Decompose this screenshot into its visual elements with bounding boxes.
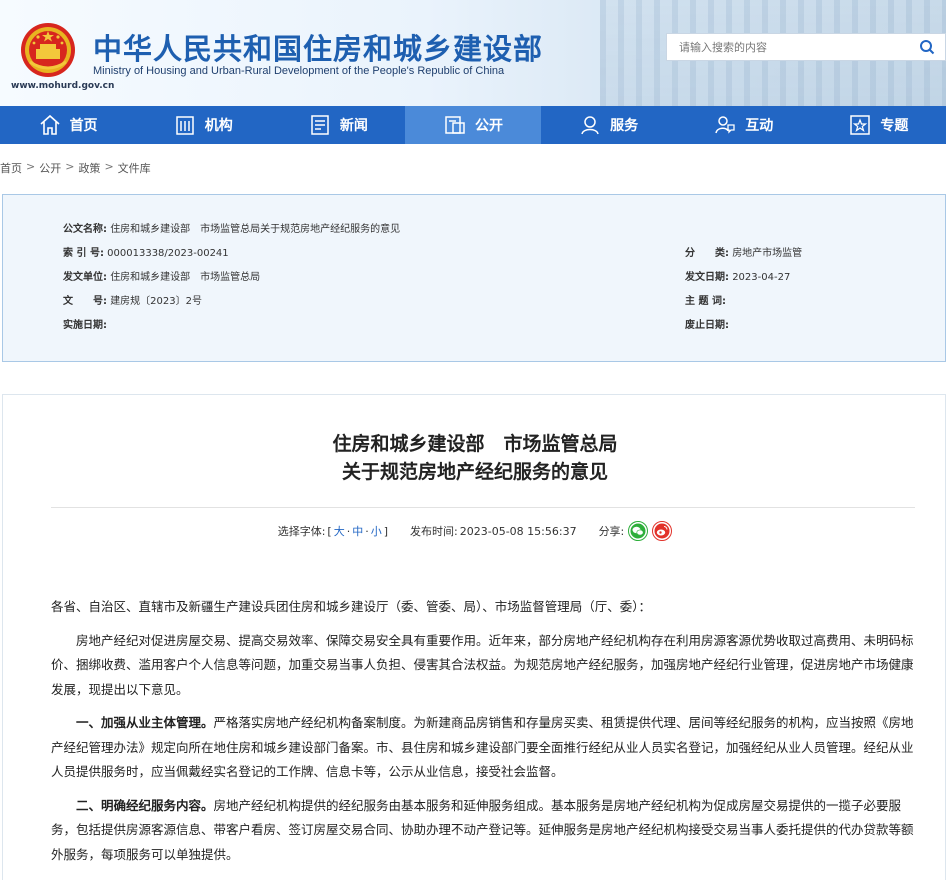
article: 住房和城乡建设部 市场监管总局 关于规范房地产经纪服务的意见 选择字体: [ 大… [2, 394, 946, 880]
nav-item-topic[interactable]: 专题 [811, 106, 946, 144]
article-title-line1: 住房和城乡建设部 市场监管总局 [332, 433, 618, 455]
breadcrumb-library[interactable]: 文件库 [118, 160, 151, 176]
breadcrumb-separator: > [65, 160, 75, 173]
nav-label: 新闻 [339, 118, 368, 134]
meta-keywords: 主 题 词: [685, 292, 726, 307]
meta-issuer: 发文单位: 住房和城乡建设部 市场监管总局 [63, 268, 260, 283]
meta-key: 文 号: [63, 296, 107, 307]
meta-value: 建房规〔2023〕2号 [110, 296, 202, 307]
meta-value: 住房和城乡建设部 市场监管总局 [110, 272, 261, 283]
nav-item-disclosure[interactable]: 公开 [405, 106, 541, 144]
building-icon [175, 116, 194, 135]
article-section-1: 一、加强从业主体管理。严格落实房地产经纪机构备案制度。为新建商品房销售和存量房买… [51, 711, 917, 785]
publish-time-label: 发布时间: [410, 525, 458, 538]
nav-label: 机构 [204, 118, 233, 134]
site-header: www.mohurd.gov.cn 中华人民共和国住房和城乡建设部 Minist… [0, 0, 946, 106]
breadcrumb-separator: > [104, 160, 114, 173]
article-section-2: 二、明确经纪服务内容。房地产经纪机构提供的经纪服务由基本服务和延伸服务组成。基本… [51, 794, 917, 868]
meta-key: 实施日期: [63, 320, 107, 331]
site-subtitle: Ministry of Housing and Urban-Rural Deve… [93, 65, 505, 77]
document-meta-box: 公文名称: 住房和城乡建设部 市场监管总局关于规范房地产经纪服务的意见 索 引 … [2, 194, 946, 362]
service-icon [581, 116, 599, 135]
share-label: 分享: [598, 525, 625, 538]
national-emblem-icon[interactable] [20, 22, 76, 78]
search-icon[interactable] [909, 34, 945, 60]
search-input[interactable] [667, 34, 909, 60]
meta-value: 2023-04-27 [732, 272, 791, 283]
meta-key: 废止日期: [685, 320, 729, 331]
font-large-link[interactable]: 大 [334, 523, 345, 539]
meta-index: 索 引 号: 000013338/2023-00241 [63, 244, 229, 259]
nav-item-interact[interactable]: 互动 [676, 106, 811, 144]
wechat-share-icon[interactable] [628, 521, 649, 541]
site-title[interactable]: 中华人民共和国住房和城乡建设部 [93, 26, 543, 68]
nav-item-org[interactable]: 机构 [135, 106, 270, 144]
article-info-bar: 选择字体: [ 大 · 中 · 小 ] 发布时间: 2023-05-08 15:… [3, 521, 946, 541]
meta-key: 公文名称: [63, 224, 107, 235]
breadcrumb-disclosure[interactable]: 公开 [39, 160, 61, 176]
main-nav: 首页 机构 新闻 公开 服务 互动 专题 [0, 106, 946, 144]
article-body: 各省、自治区、直辖市及新疆生产建设兵团住房和城乡建设厅（委、管委、局）、市场监督… [51, 595, 917, 876]
search-box [666, 33, 946, 61]
section-heading: 一、加强从业主体管理。 [76, 715, 214, 730]
font-size-bracket-open: [ [327, 524, 332, 538]
weibo-share-icon[interactable] [652, 521, 673, 541]
article-intro-paragraph: 房地产经纪对促进房屋交易、提高交易效率、保障交易安全具有重要作用。近年来，部分房… [51, 632, 914, 697]
meta-doc-name: 公文名称: 住房和城乡建设部 市场监管总局关于规范房地产经纪服务的意见 [63, 220, 400, 235]
publish-time-value: 2023-05-08 15:56:37 [459, 524, 577, 538]
meta-value: 住房和城乡建设部 市场监管总局关于规范房地产经纪服务的意见 [110, 224, 401, 235]
breadcrumb-policy[interactable]: 政策 [78, 160, 100, 176]
section-heading: 二、明确经纪服务内容。 [76, 797, 214, 813]
interact-icon [715, 116, 735, 134]
topic-icon [850, 115, 871, 135]
meta-key: 索 引 号: [63, 248, 104, 259]
nav-item-service[interactable]: 服务 [541, 106, 676, 144]
meta-key: 发文单位: [63, 272, 107, 283]
disclosure-icon [445, 116, 465, 134]
font-small-link[interactable]: 小 [371, 523, 382, 539]
breadcrumb-separator: > [26, 160, 36, 173]
meta-repeal-date: 废止日期: [685, 316, 729, 331]
meta-key: 分 类: [685, 248, 729, 259]
meta-key: 发文日期: [685, 272, 729, 283]
title-divider [51, 507, 915, 508]
font-medium-link[interactable]: 中 [352, 523, 363, 539]
article-title-line2: 关于规范房地产经纪服务的意见 [341, 461, 608, 483]
meta-key: 主 题 词: [685, 296, 726, 307]
nav-label: 公开 [474, 118, 503, 134]
meta-category: 分 类: 房地产市场监管 [685, 244, 802, 259]
nav-label: 专题 [880, 118, 909, 134]
nav-label: 互动 [745, 118, 774, 134]
meta-doc-no: 文 号: 建房规〔2023〕2号 [63, 292, 202, 307]
meta-issue-date: 发文日期: 2023-04-27 [685, 268, 790, 283]
nav-item-home[interactable]: 首页 [0, 106, 135, 144]
nav-label: 服务 [610, 118, 639, 134]
nav-item-news[interactable]: 新闻 [270, 106, 405, 144]
font-separator: · [365, 524, 369, 538]
nav-label: 首页 [69, 118, 98, 134]
site-url: www.mohurd.gov.cn [11, 81, 115, 91]
font-size-label: 选择字体: [277, 525, 326, 538]
meta-value: 房地产市场监管 [732, 248, 803, 259]
font-size-bracket-close: ] [383, 524, 389, 538]
news-icon [311, 115, 329, 135]
meta-effective-date: 实施日期: [63, 316, 107, 331]
font-separator: · [346, 524, 351, 538]
breadcrumb-home[interactable]: 首页 [0, 160, 22, 176]
breadcrumb: 首页 > 公开 > 政策 > 文件库 [0, 160, 151, 176]
article-salutation: 各省、自治区、直辖市及新疆生产建设兵团住房和城乡建设厅（委、管委、局）、市场监督… [51, 599, 652, 614]
home-icon [40, 114, 60, 135]
meta-value: 000013338/2023-00241 [107, 248, 229, 259]
